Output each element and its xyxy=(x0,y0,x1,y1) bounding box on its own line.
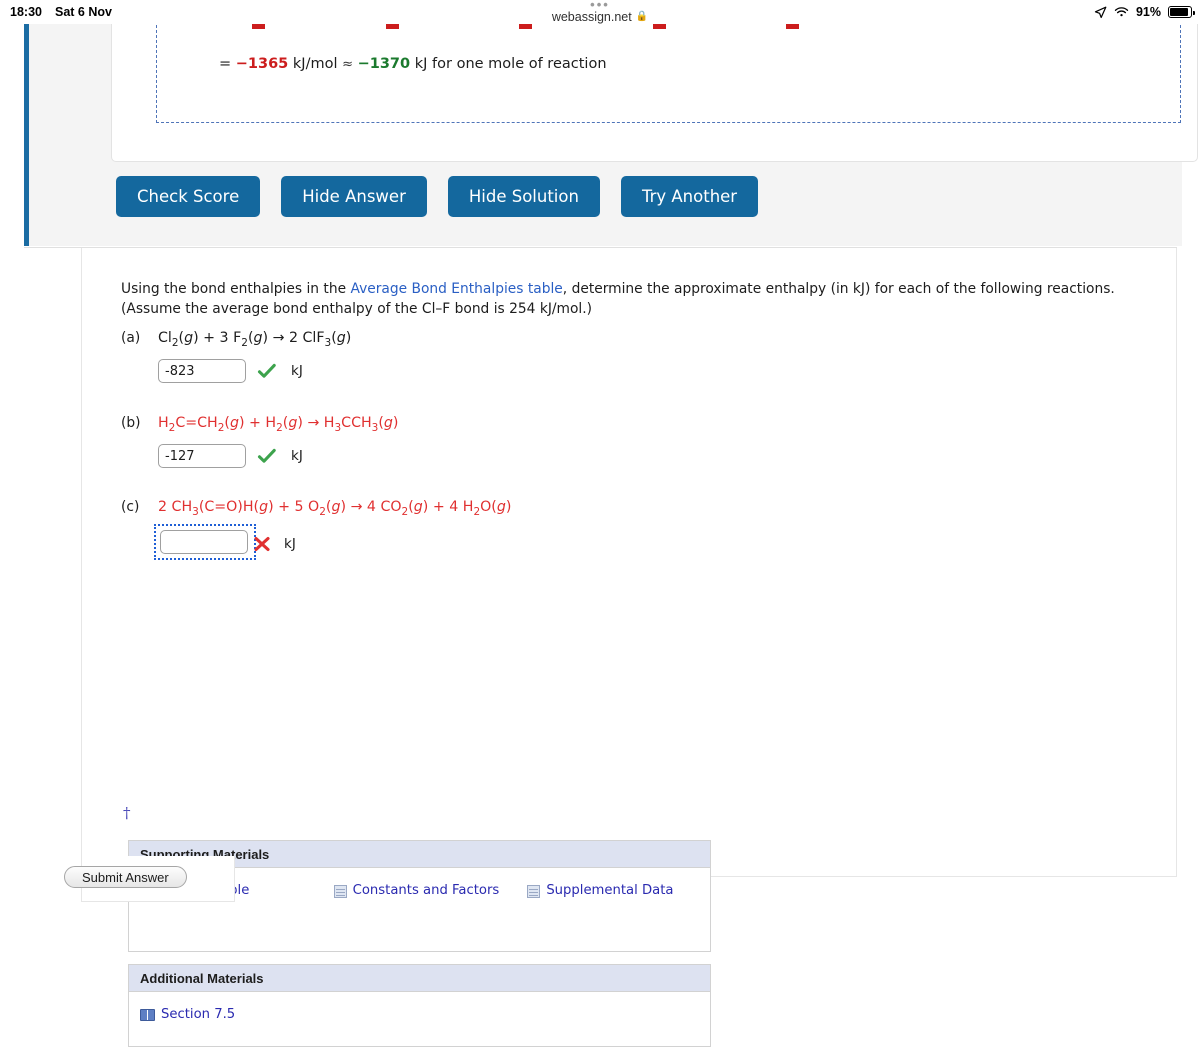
supplemental-data-link[interactable]: Supplemental Data xyxy=(527,882,673,901)
check-score-button[interactable]: Check Score xyxy=(116,176,261,217)
status-bar-right: 91% xyxy=(1094,5,1195,19)
spreadsheet-icon xyxy=(333,885,347,898)
solution-result-line: = −1365 kJ/mol ≈ −1370 kJ for one mole o… xyxy=(219,56,607,72)
page-body: = −1365 kJ/mol ≈ −1370 kJ for one mole o… xyxy=(0,20,1200,1047)
average-bond-enthalpies-link[interactable]: Average Bond Enthalpies table xyxy=(350,281,562,297)
answer-focus-outline-c xyxy=(154,524,256,560)
battery-percent-label: 91% xyxy=(1135,5,1161,19)
answer-row-b: kJ xyxy=(158,444,303,468)
solution-card: = −1365 kJ/mol ≈ −1370 kJ for one mole o… xyxy=(111,20,1198,162)
green-check-icon xyxy=(257,362,277,380)
battery-icon xyxy=(1168,6,1195,18)
part-equation-a: Cl2(g) + 3 F2(g) → 2 ClF3(g) xyxy=(158,330,352,349)
additional-materials-box: Additional Materials Section 7.5 xyxy=(128,964,711,1047)
prompt-text-before: Using the bond enthalpies in the xyxy=(121,281,351,297)
link-label: Section 7.5 xyxy=(161,1007,236,1022)
hide-solution-button[interactable]: Hide Solution xyxy=(447,176,600,217)
answer-unit-c: kJ xyxy=(284,536,296,552)
equals-sign: = xyxy=(219,56,232,72)
location-arrow-icon xyxy=(1094,6,1107,19)
solution-dotted-box: = −1365 kJ/mol ≈ −1370 kJ for one mole o… xyxy=(156,20,1181,123)
minus-mark xyxy=(519,24,532,29)
answer-input-b[interactable] xyxy=(158,444,246,468)
part-label-a: (a) xyxy=(121,330,141,346)
minus-mark xyxy=(786,24,799,29)
wifi-icon xyxy=(1114,6,1129,18)
hide-answer-button[interactable]: Hide Answer xyxy=(281,176,427,217)
solution-region: = −1365 kJ/mol ≈ −1370 kJ for one mole o… xyxy=(24,20,1198,246)
question-panel: Using the bond enthalpies in the Average… xyxy=(24,247,1177,1047)
question-prompt: Using the bond enthalpies in the Average… xyxy=(121,280,1156,319)
answer-action-toolbar: Check Score Hide Answer Hide Solution Tr… xyxy=(116,176,759,217)
link-label: Supplemental Data xyxy=(546,883,674,898)
answer-input-a[interactable] xyxy=(158,359,246,383)
constants-and-factors-link[interactable]: Constants and Factors xyxy=(333,882,500,901)
try-another-button[interactable]: Try Another xyxy=(620,176,759,217)
minus-mark xyxy=(652,24,666,29)
answer-unit-a: kJ xyxy=(291,363,303,379)
three-dots-icon[interactable]: ••• xyxy=(0,0,1200,11)
answer-row-c: kJ xyxy=(154,524,296,560)
browser-tab-title-area[interactable]: ••• webassign.net 🔒 xyxy=(0,0,1200,24)
minus-mark xyxy=(385,24,399,29)
link-label: Constants and Factors xyxy=(352,883,500,898)
approx-sign: ≈ xyxy=(342,57,353,72)
minus-mark xyxy=(252,24,265,29)
submit-answer-button[interactable]: Submit Answer xyxy=(64,866,187,888)
answer-unit-b: kJ xyxy=(291,448,303,464)
lock-icon: 🔒 xyxy=(635,11,649,22)
part-label-c: (c) xyxy=(121,499,140,515)
question-content: Using the bond enthalpies in the Average… xyxy=(81,248,1177,1047)
book-icon xyxy=(140,1009,155,1021)
spreadsheet-icon xyxy=(527,885,541,898)
solution-region-inner: = −1365 kJ/mol ≈ −1370 kJ for one mole o… xyxy=(70,20,1198,246)
additional-materials-title: Additional Materials xyxy=(129,965,710,992)
additional-materials-body: Section 7.5 xyxy=(129,992,710,1046)
solution-trailing-text: for one mole of reaction xyxy=(432,56,607,72)
solution-unit-1: kJ/mol xyxy=(292,56,338,72)
answer-input-c[interactable] xyxy=(160,530,248,554)
solution-unit-2: kJ xyxy=(414,56,428,72)
part-equation-b: H2C=CH2(g) + H2(g) → H3CCH3(g) xyxy=(158,415,399,434)
ios-status-bar: 18:30 Sat 6 Nov ••• webassign.net 🔒 91% xyxy=(0,0,1200,24)
answer-row-a: kJ xyxy=(158,359,303,383)
red-x-icon xyxy=(252,535,272,553)
part-equation-c: 2 CH3(C=O)H(g) + 5 O2(g) → 4 CO2(g) + 4 … xyxy=(158,499,512,518)
solution-value-1: −1365 xyxy=(235,56,289,72)
section-7-5-link[interactable]: Section 7.5 xyxy=(140,1006,235,1025)
part-label-b: (b) xyxy=(121,415,141,431)
page-domain: webassign.net xyxy=(551,9,632,24)
green-check-icon xyxy=(257,447,277,465)
solution-value-2: −1370 xyxy=(357,56,411,72)
footnote-dagger: † xyxy=(123,804,131,822)
address-bar[interactable]: webassign.net 🔒 xyxy=(552,10,648,24)
